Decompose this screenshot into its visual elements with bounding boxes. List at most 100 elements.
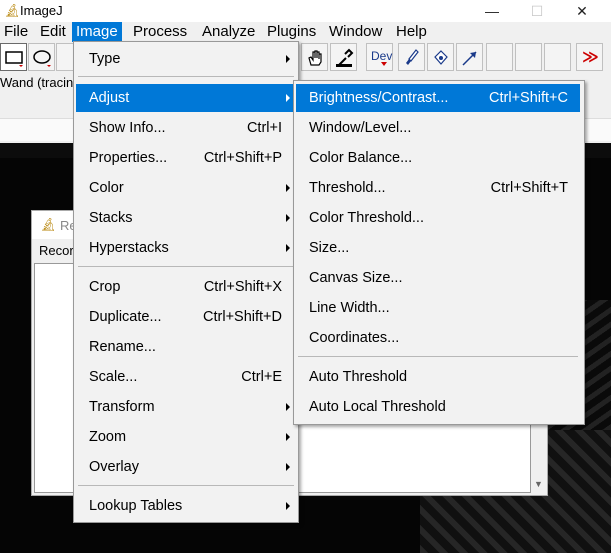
submenu-item-size[interactable]: Size... — [296, 234, 580, 262]
menu-item-lookup-tables[interactable]: Lookup Tables — [76, 492, 294, 520]
menu-item-label: Adjust — [89, 90, 130, 106]
submenu-item-line-width[interactable]: Line Width... — [296, 294, 580, 322]
dev-tool-button[interactable]: Dev — [366, 43, 393, 71]
menu-item-stacks[interactable]: Stacks — [76, 204, 294, 232]
menu-item-label: Zoom — [89, 429, 127, 445]
empty-tool-slot[interactable] — [515, 43, 542, 71]
menu-plugins[interactable]: Plugins — [263, 22, 320, 42]
submenu-arrow-icon — [286, 244, 290, 252]
menu-separator — [78, 76, 294, 77]
submenu-arrow-icon — [286, 94, 290, 102]
menu-item-scale[interactable]: Scale... Ctrl+E — [76, 363, 294, 391]
submenu-arrow-icon — [286, 55, 290, 63]
submenu-arrow-icon — [286, 502, 290, 510]
imagej-microscope-icon: 🔬︎ — [4, 3, 21, 18]
window-title: ImageJ — [20, 3, 63, 18]
menu-item-type[interactable]: Type — [76, 45, 294, 73]
arrow-icon — [462, 51, 477, 66]
menu-item-label: Size... — [309, 240, 350, 256]
menu-item-label: Overlay — [89, 459, 139, 475]
brush-tool-button[interactable] — [398, 43, 425, 71]
rectangle-tool-icon — [5, 51, 23, 67]
menu-file[interactable]: File — [0, 22, 32, 42]
oval-tool-icon — [33, 50, 51, 67]
arrow-tool-button[interactable] — [456, 43, 483, 71]
menu-item-shortcut: Ctrl+Shift+T — [490, 180, 568, 196]
menu-item-zoom[interactable]: Zoom — [76, 423, 294, 451]
menu-item-label: Scale... — [89, 369, 138, 385]
flood-fill-tool-button[interactable] — [427, 43, 454, 71]
submenu-item-auto-local-threshold[interactable]: Auto Local Threshold — [296, 393, 580, 421]
menu-separator — [298, 356, 578, 357]
menu-analyze[interactable]: Analyze — [198, 22, 259, 42]
menu-item-label: Canvas Size... — [309, 270, 403, 286]
submenu-item-brightness-contrast[interactable]: Brightness/Contrast... Ctrl+Shift+C — [296, 84, 580, 112]
menu-edit[interactable]: Edit — [36, 22, 70, 42]
submenu-item-color-balance[interactable]: Color Balance... — [296, 144, 580, 172]
menu-item-adjust[interactable]: Adjust — [76, 84, 294, 112]
menu-item-label: Threshold... — [309, 180, 386, 196]
menu-item-label: Window/Level... — [309, 120, 412, 136]
menu-item-crop[interactable]: Crop Ctrl+Shift+X — [76, 273, 294, 301]
menu-separator — [78, 266, 294, 267]
menu-item-label: Brightness/Contrast... — [309, 90, 449, 106]
menu-item-hyperstacks[interactable]: Hyperstacks — [76, 234, 294, 262]
dropper-tool-button[interactable] — [330, 43, 357, 71]
menu-item-label: Properties... — [89, 150, 168, 166]
rectangle-tool-button[interactable] — [0, 43, 27, 71]
menu-item-label: Show Info... — [89, 120, 166, 136]
minimize-button[interactable]: — — [472, 1, 512, 21]
menu-item-label: Color Threshold... — [309, 210, 424, 226]
submenu-item-window-level[interactable]: Window/Level... — [296, 114, 580, 142]
submenu-item-coordinates[interactable]: Coordinates... — [296, 324, 580, 352]
more-tools-button[interactable]: ≫ — [576, 43, 603, 71]
menu-process[interactable]: Process — [129, 22, 191, 42]
maximize-button[interactable]: ☐ — [517, 1, 557, 21]
menu-item-properties[interactable]: Properties... Ctrl+Shift+P — [76, 144, 294, 172]
menu-item-shortcut: Ctrl+Shift+X — [203, 279, 282, 295]
menu-item-label: Color — [89, 180, 124, 196]
menu-image[interactable]: Image — [72, 22, 122, 42]
close-button[interactable]: ✕ — [562, 1, 602, 21]
submenu-item-color-threshold[interactable]: Color Threshold... — [296, 204, 580, 232]
menu-separator — [78, 485, 294, 486]
menu-item-duplicate[interactable]: Duplicate... Ctrl+Shift+D — [76, 303, 294, 331]
menu-item-transform[interactable]: Transform — [76, 393, 294, 421]
menu-item-label: Auto Local Threshold — [309, 399, 446, 415]
submenu-arrow-icon — [286, 403, 290, 411]
menu-item-label: Auto Threshold — [309, 369, 408, 385]
menu-item-label: Coordinates... — [309, 330, 400, 346]
dropper-tool-icon — [336, 48, 354, 67]
menu-item-label: Crop — [89, 279, 121, 295]
submenu-arrow-icon — [286, 463, 290, 471]
menu-item-overlay[interactable]: Overlay — [76, 453, 294, 481]
oval-tool-button[interactable] — [28, 43, 55, 71]
image-menu-dropdown: Type Adjust Show Info... Ctrl+I Properties..… — [73, 41, 299, 523]
menu-item-label: Duplicate... — [89, 309, 162, 325]
menu-item-label: Color Balance... — [309, 150, 413, 166]
empty-tool-slot[interactable] — [486, 43, 513, 71]
menu-item-shortcut: Ctrl+Shift+C — [489, 90, 568, 106]
hand-tool-button[interactable] — [301, 43, 328, 71]
menu-help[interactable]: Help — [392, 22, 431, 42]
menu-item-shortcut: Ctrl+E — [241, 369, 282, 385]
menu-item-label: Type — [89, 51, 121, 67]
menu-item-shortcut: Ctrl+Shift+P — [203, 150, 282, 166]
menu-item-label: Lookup Tables — [89, 498, 183, 514]
menu-item-color[interactable]: Color — [76, 174, 294, 202]
flood-fill-icon — [434, 50, 448, 65]
empty-tool-slot[interactable] — [544, 43, 571, 71]
menu-item-label: Rename... — [89, 339, 156, 355]
submenu-arrow-icon — [286, 184, 290, 192]
imagej-microscope-icon: 🔬︎ — [40, 217, 57, 232]
menu-item-show-info[interactable]: Show Info... Ctrl+I — [76, 114, 294, 142]
submenu-item-threshold[interactable]: Threshold... Ctrl+Shift+T — [296, 174, 580, 202]
menu-bar: File Edit Image Process Analyze Plugins … — [0, 22, 611, 42]
submenu-item-canvas-size[interactable]: Canvas Size... — [296, 264, 580, 292]
adjust-submenu: Brightness/Contrast... Ctrl+Shift+C Window… — [293, 80, 585, 425]
submenu-item-auto-threshold[interactable]: Auto Threshold — [296, 363, 580, 391]
scroll-down-arrow-icon[interactable]: ▼ — [534, 479, 543, 489]
menu-item-rename[interactable]: Rename... — [76, 333, 294, 361]
title-bar[interactable]: 🔬︎ ImageJ — ☐ ✕ — [0, 0, 611, 22]
menu-window[interactable]: Window — [325, 22, 386, 42]
